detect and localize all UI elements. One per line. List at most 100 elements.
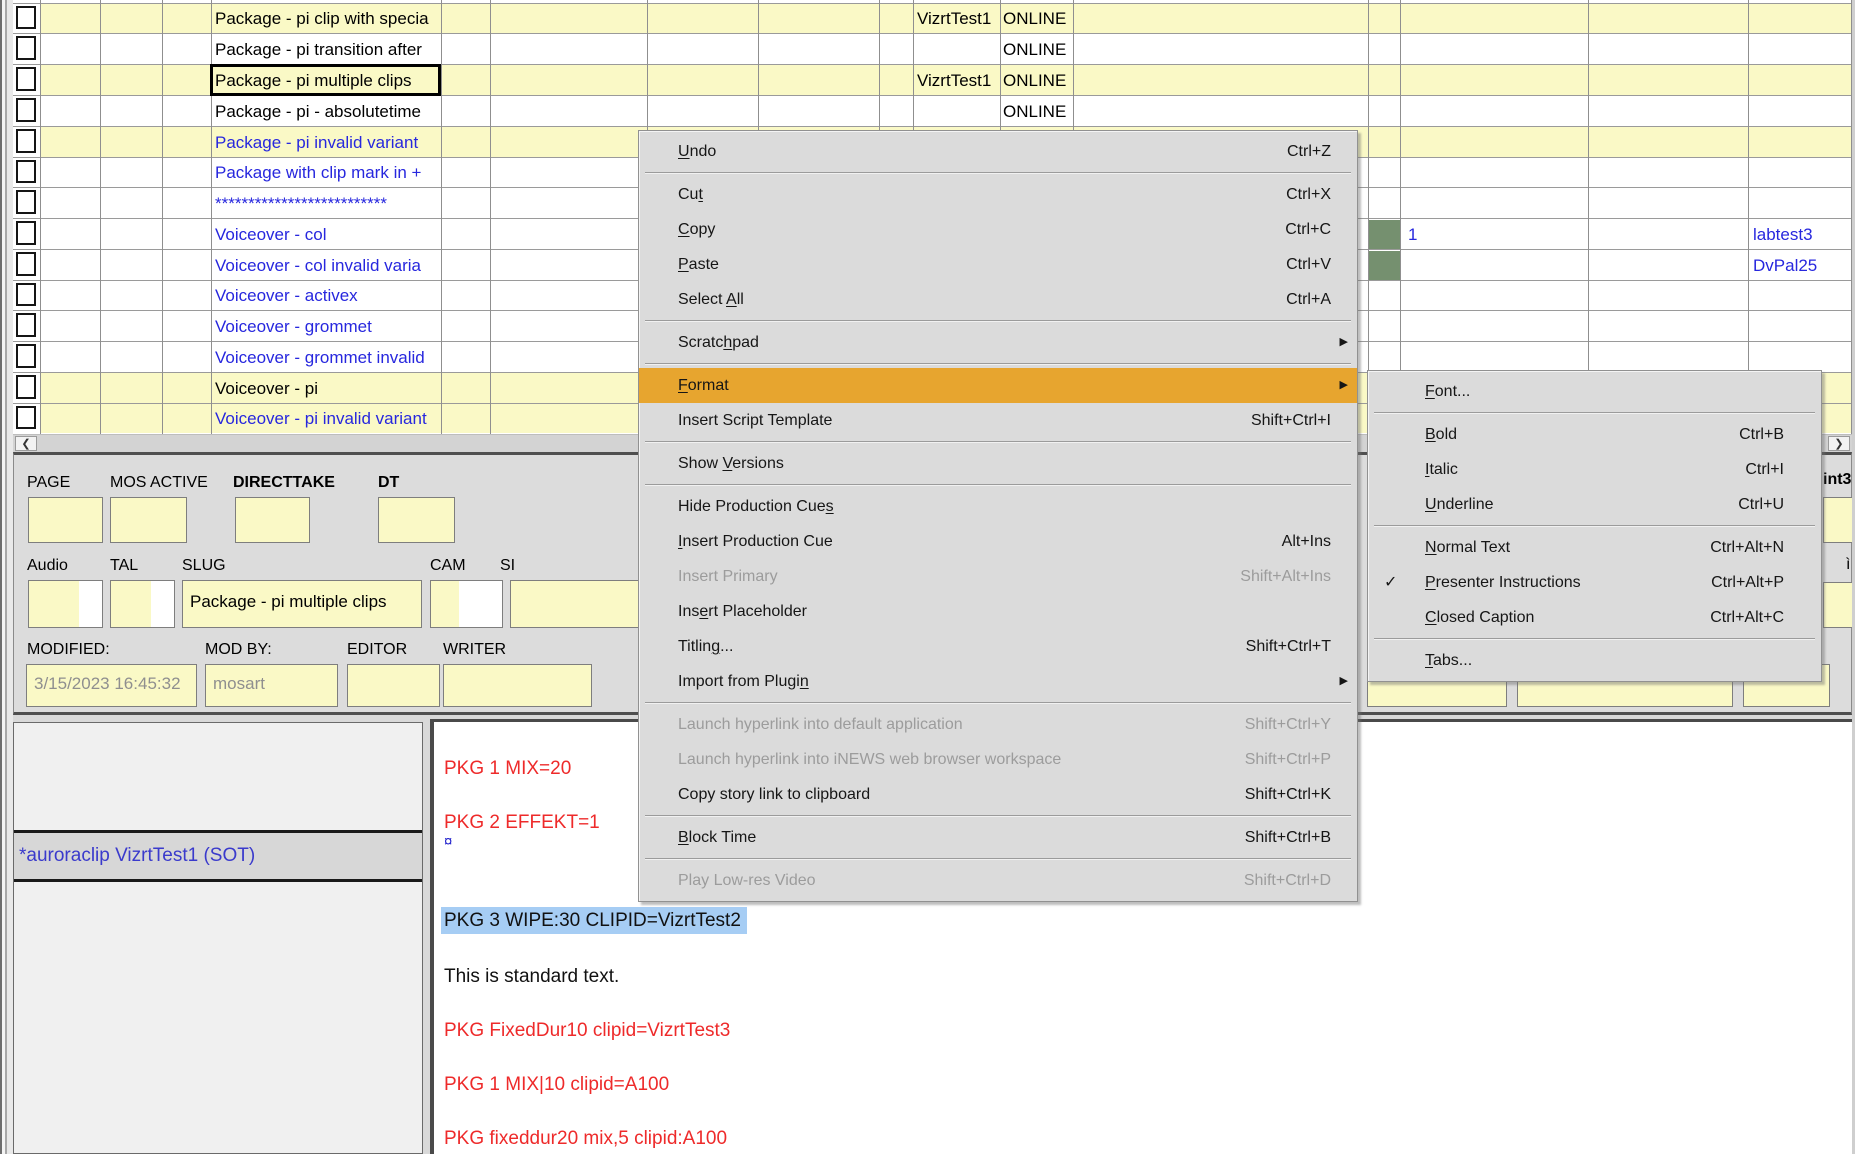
- menu-item-closed-caption[interactable]: Closed CaptionCtrl+Alt+C: [1368, 600, 1821, 635]
- selected-cell-border: [210, 64, 441, 96]
- menu-item-block-time[interactable]: Block TimeShift+Ctrl+B: [639, 820, 1357, 855]
- script-line: PKG FixedDur10 clipid=VizrtTest3: [444, 1020, 730, 1042]
- row-checkbox[interactable]: [16, 129, 36, 153]
- tal-field[interactable]: [110, 580, 175, 628]
- row-checkbox[interactable]: [16, 283, 36, 306]
- menu-item-format[interactable]: Format▶: [639, 368, 1357, 403]
- window-left-border: [0, 0, 13, 1154]
- menu-separator: [645, 858, 1351, 860]
- menu-item-normal-text[interactable]: Normal TextCtrl+Alt+N: [1368, 530, 1821, 565]
- menu-separator: [645, 484, 1351, 486]
- menu-item-presenter-instructions[interactable]: Presenter InstructionsCtrl+Alt+P✓: [1368, 565, 1821, 600]
- format-submenu: Font... BoldCtrl+BItalicCtrl+IUnderlineCt…: [1367, 370, 1822, 682]
- grid-column-line: [490, 0, 491, 434]
- directtake-field[interactable]: [235, 497, 310, 543]
- row-checkbox[interactable]: [16, 313, 36, 337]
- menu-item-copy-story-link-to-clipboard[interactable]: Copy story link to clipboardShift+Ctrl+K: [639, 777, 1357, 812]
- row-checkbox[interactable]: [16, 221, 36, 245]
- inews-window: Package - pi clip with speciaVizrtTest1O…: [0, 0, 1855, 1154]
- dt-field[interactable]: [378, 497, 455, 543]
- si-field[interactable]: [510, 580, 640, 628]
- row-checkbox[interactable]: [16, 252, 36, 276]
- row-status: ONLINE: [1003, 97, 1066, 126]
- editor-field[interactable]: [347, 664, 440, 707]
- menu-item-insert-placeholder[interactable]: Insert Placeholder: [639, 594, 1357, 629]
- cam-field[interactable]: [430, 580, 503, 628]
- menu-item-scratchpad[interactable]: Scratchpad▶: [639, 325, 1357, 360]
- menu-item-show-versions[interactable]: Show Versions: [639, 446, 1357, 481]
- row-checkbox[interactable]: [16, 406, 36, 429]
- si-label: SI: [500, 557, 515, 575]
- mod-by-label: MOD BY:: [205, 641, 272, 659]
- menu-item-insert-script-template[interactable]: Insert Script TemplateShift+Ctrl+I: [639, 403, 1357, 438]
- right-partial-field[interactable]: [1823, 497, 1855, 543]
- row-slug: Package - pi - absolutetime: [215, 97, 443, 126]
- row-clip-name: DvPal25: [1753, 251, 1817, 280]
- cue-list-selected-item[interactable]: *auroraclip VizrtTest1 (SOT): [14, 830, 422, 882]
- menu-item-font[interactable]: Font...: [1368, 374, 1821, 409]
- slug-label: SLUG: [182, 557, 226, 575]
- modified-field[interactable]: 3/15/2023 16:45:32: [26, 664, 197, 707]
- right-partial-field-2[interactable]: [1823, 582, 1855, 628]
- menu-item-italic[interactable]: ItalicCtrl+I: [1368, 452, 1821, 487]
- row-checkbox[interactable]: [16, 190, 36, 214]
- submenu-arrow-icon: ▶: [1340, 368, 1348, 403]
- row-status: ONLINE: [1003, 5, 1066, 33]
- mos-active-field[interactable]: [110, 497, 187, 543]
- script-line: PKG 2 EFFEKT=1: [444, 812, 600, 834]
- menu-item-hide-production-cues[interactable]: Hide Production Cues: [639, 489, 1357, 524]
- menu-item-tabs[interactable]: Tabs...: [1368, 643, 1821, 678]
- grid-row-line: [13, 3, 1852, 4]
- menu-item-titling[interactable]: Titling...Shift+Ctrl+T: [639, 629, 1357, 664]
- row-checkbox[interactable]: [16, 344, 36, 368]
- menu-item-bold[interactable]: BoldCtrl+B: [1368, 417, 1821, 452]
- row-slug: Package - pi clip with specia: [215, 5, 443, 33]
- grid-column-line: [100, 0, 101, 434]
- page-field[interactable]: [28, 497, 103, 543]
- row-slug: Voiceover - col: [215, 220, 443, 249]
- row-slug: Voiceover - col invalid varia: [215, 251, 443, 280]
- page-label: PAGE: [27, 474, 70, 492]
- writer-field[interactable]: [443, 664, 592, 707]
- submenu-arrow-icon: ▶: [1340, 664, 1348, 699]
- menu-item-copy[interactable]: CopyCtrl+C: [639, 212, 1357, 247]
- grid-column-line: [1400, 0, 1401, 434]
- row-slug: Voiceover - grommet: [215, 312, 443, 341]
- menu-item-insert-production-cue[interactable]: Insert Production CueAlt+Ins: [639, 524, 1357, 559]
- audio-field[interactable]: [28, 580, 103, 628]
- row-slug: Voiceover - activex: [215, 282, 443, 310]
- menu-separator: [645, 363, 1351, 365]
- row-checkbox[interactable]: [16, 98, 36, 122]
- audio-label: Audio: [27, 557, 68, 575]
- menu-separator: [645, 320, 1351, 322]
- tal-label: TAL: [110, 557, 138, 575]
- slug-field[interactable]: Package - pi multiple clips: [182, 580, 422, 628]
- row-slug: Package - pi transition after: [215, 35, 443, 64]
- submenu-arrow-icon: ▶: [1340, 325, 1348, 360]
- grid-row-line: [13, 33, 1852, 34]
- production-cue-list[interactable]: *auroraclip VizrtTest1 (SOT): [13, 722, 423, 1154]
- script-line: This is standard text.: [444, 966, 619, 988]
- row-checkbox[interactable]: [16, 6, 36, 29]
- scroll-left-button[interactable]: ❮: [15, 436, 37, 451]
- row-checkbox[interactable]: [16, 160, 36, 183]
- menu-item-insert-primary: Insert PrimaryShift+Alt+Ins: [639, 559, 1357, 594]
- row-checkbox[interactable]: [16, 67, 36, 91]
- row-count: 1: [1408, 220, 1417, 249]
- menu-item-import-from-plugin[interactable]: Import from Plugin▶: [639, 664, 1357, 699]
- scroll-right-button[interactable]: ❯: [1828, 436, 1850, 451]
- modified-value: 3/15/2023 16:45:32: [27, 665, 196, 694]
- slug-value: Package - pi multiple clips: [183, 581, 421, 612]
- menu-item-cut[interactable]: CutCtrl+X: [639, 177, 1357, 212]
- menu-item-paste[interactable]: PasteCtrl+V: [639, 247, 1357, 282]
- script-line-selected: PKG 3 WIPE:30 CLIPID=VizrtTest2: [444, 910, 747, 932]
- menu-item-underline[interactable]: UnderlineCtrl+U: [1368, 487, 1821, 522]
- grid-column-line: [1368, 0, 1369, 434]
- row-checkbox[interactable]: [16, 375, 36, 399]
- row-checkbox[interactable]: [16, 36, 36, 60]
- menu-item-select-all[interactable]: Select AllCtrl+A: [639, 282, 1357, 317]
- context-menu: UndoCtrl+Z CutCtrl+XCopyCtrl+CPasteCtrl+V…: [638, 130, 1358, 902]
- mod-by-field[interactable]: mosart: [205, 664, 338, 707]
- cam-label: CAM: [430, 557, 466, 575]
- menu-item-undo[interactable]: UndoCtrl+Z: [639, 134, 1357, 169]
